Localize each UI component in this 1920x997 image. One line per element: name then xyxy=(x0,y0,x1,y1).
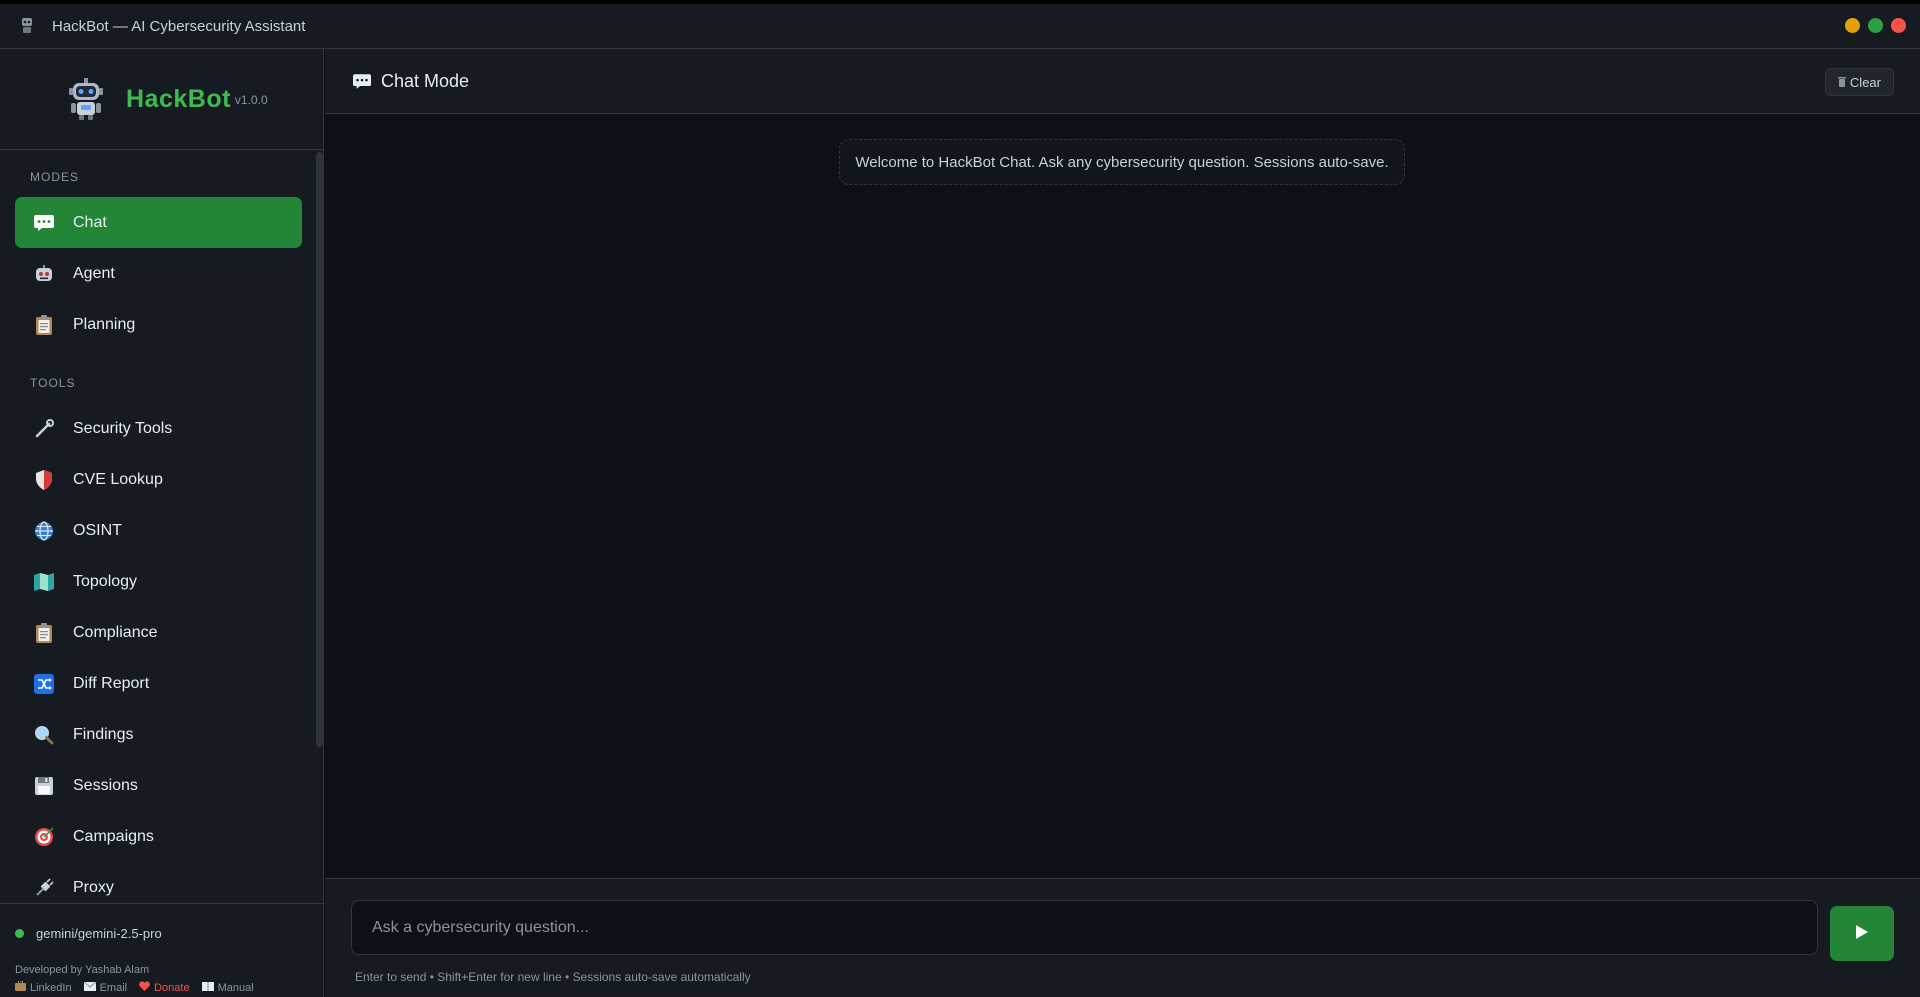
book-icon xyxy=(201,981,214,994)
sidebar-item-compliance[interactable]: Compliance xyxy=(15,607,302,658)
model-status: gemini/gemini-2.5-pro xyxy=(15,926,162,941)
model-name: gemini/gemini-2.5-pro xyxy=(36,926,162,941)
brand-name: HackBot xyxy=(126,84,231,113)
sidebar-item-label: Findings xyxy=(73,725,134,743)
sidebar-item-campaigns[interactable]: Campaigns xyxy=(15,811,302,862)
wrench-icon xyxy=(33,418,55,440)
chat-composer: Enter to send • Shift+Enter for new line… xyxy=(325,878,1920,997)
play-icon xyxy=(1856,925,1868,942)
clear-label: Clear xyxy=(1849,74,1881,90)
chat-bubble-icon xyxy=(353,73,371,89)
chat-bubble-icon xyxy=(33,212,55,234)
floppy-disk-icon xyxy=(33,775,55,797)
manual-link[interactable]: Manual xyxy=(201,981,254,994)
send-button[interactable] xyxy=(1830,906,1894,961)
clipboard-icon xyxy=(33,622,55,644)
brand-version: v1.0.0 xyxy=(234,93,268,107)
footer-links: LinkedIn Email Donate Manual xyxy=(15,980,254,994)
sidebar-item-label: Compliance xyxy=(73,623,158,641)
chat-main: Chat Mode Clear Welcome to HackBot Chat.… xyxy=(325,49,1920,997)
sidebar-item-label: OSINT xyxy=(73,521,122,539)
welcome-message: Welcome to HackBot Chat. Ask any cyberse… xyxy=(839,139,1405,185)
map-icon xyxy=(33,571,55,593)
donate-link[interactable]: Donate xyxy=(139,981,190,994)
sidebar-item-cve-lookup[interactable]: CVE Lookup xyxy=(15,454,302,505)
sidebar: HackBot v1.0.0 MODES Chat Agent Planning… xyxy=(0,49,324,997)
minimize-button[interactable] xyxy=(1845,18,1860,33)
chat-input[interactable] xyxy=(351,900,1818,955)
sidebar-item-label: Sessions xyxy=(73,776,138,794)
app-robot-icon xyxy=(18,17,36,35)
input-hint: Enter to send • Shift+Enter for new line… xyxy=(355,970,751,984)
sidebar-item-findings[interactable]: Findings xyxy=(15,709,302,760)
sidebar-item-label: Campaigns xyxy=(73,827,154,845)
sidebar-item-label: Diff Report xyxy=(73,674,150,692)
globe-icon xyxy=(33,520,55,542)
sidebar-item-label: Planning xyxy=(73,315,136,333)
sidebar-item-security-tools[interactable]: Security Tools xyxy=(15,403,302,454)
sidebar-item-label: Proxy xyxy=(73,878,114,896)
envelope-icon xyxy=(83,981,96,994)
window-controls xyxy=(1845,18,1906,33)
robot-logo-icon xyxy=(66,77,106,121)
sidebar-nav: MODES Chat Agent Planning TOOLS Security… xyxy=(0,150,324,903)
chat-header: Chat Mode Clear xyxy=(325,49,1920,114)
sidebar-item-topology[interactable]: Topology xyxy=(15,556,302,607)
shield-icon xyxy=(33,469,55,491)
clear-button[interactable]: Clear xyxy=(1824,68,1894,96)
sidebar-item-chat[interactable]: Chat xyxy=(15,197,302,248)
maximize-button[interactable] xyxy=(1868,18,1883,33)
sidebar-item-agent[interactable]: Agent xyxy=(15,248,302,299)
close-button[interactable] xyxy=(1891,18,1906,33)
sidebar-item-label: Agent xyxy=(73,264,115,282)
target-icon xyxy=(33,826,55,848)
plug-icon xyxy=(33,877,55,899)
sidebar-item-label: Security Tools xyxy=(73,419,173,437)
heart-icon xyxy=(139,981,150,994)
sidebar-item-planning[interactable]: Planning xyxy=(15,299,302,350)
sidebar-item-label: CVE Lookup xyxy=(73,470,163,488)
linkedin-link[interactable]: LinkedIn xyxy=(15,980,72,994)
shuffle-icon xyxy=(33,673,55,695)
robot-face-icon xyxy=(33,263,55,285)
trash-icon xyxy=(1837,75,1846,90)
sidebar-item-label: Chat xyxy=(73,213,107,231)
window-titlebar: HackBot — AI Cybersecurity Assistant xyxy=(0,0,1920,49)
status-dot xyxy=(15,929,24,938)
section-label-modes: MODES xyxy=(30,170,80,184)
email-link[interactable]: Email xyxy=(83,981,127,994)
sidebar-item-diff-report[interactable]: Diff Report xyxy=(15,658,302,709)
sidebar-item-osint[interactable]: OSINT xyxy=(15,505,302,556)
magnifier-icon xyxy=(33,724,55,746)
developer-credit: Developed by Yashab Alam xyxy=(15,964,150,976)
window-title: HackBot — AI Cybersecurity Assistant xyxy=(52,17,306,35)
page-title: Chat Mode xyxy=(381,70,470,91)
sidebar-footer: gemini/gemini-2.5-pro Developed by Yasha… xyxy=(0,903,324,997)
sidebar-item-label: Topology xyxy=(73,572,138,590)
sidebar-item-sessions[interactable]: Sessions xyxy=(15,760,302,811)
section-label-tools: TOOLS xyxy=(30,376,76,390)
brand-header: HackBot v1.0.0 xyxy=(0,49,323,150)
briefcase-icon xyxy=(15,980,26,994)
clipboard-icon xyxy=(33,314,55,336)
sidebar-item-proxy[interactable]: Proxy xyxy=(15,862,302,903)
sidebar-scrollbar[interactable] xyxy=(316,152,323,747)
